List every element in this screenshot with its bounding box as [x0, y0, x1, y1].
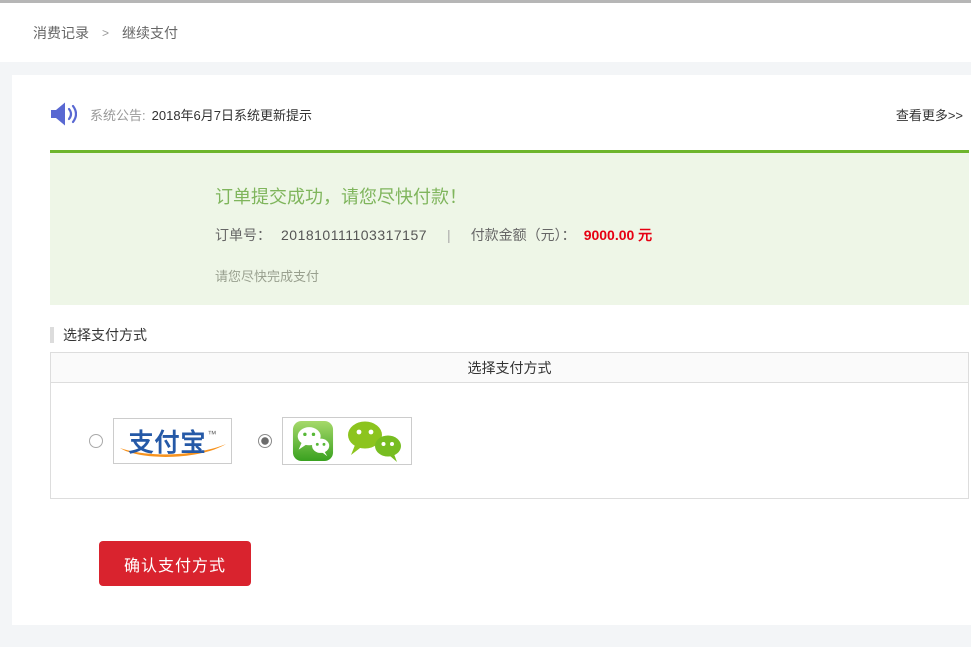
alipay-trademark: ™ [207, 428, 217, 439]
payment-method-table: 选择支付方式 支付宝 ™ [50, 352, 969, 499]
section-heading-label: 选择支付方式 [63, 327, 147, 343]
alipay-logo-icon[interactable]: 支付宝 ™ [113, 417, 232, 464]
alipay-logo-text: 支付宝 [128, 428, 207, 457]
wechat-bubbles-icon[interactable] [282, 416, 412, 465]
megaphone-icon [50, 102, 77, 126]
announcement-text[interactable]: 2018年6月7日系统更新提示 [152, 105, 312, 124]
payment-method-alipay[interactable]: 支付宝 ™ [89, 417, 232, 464]
payment-table-header: 选择支付方式 [51, 353, 968, 383]
order-info-divider: | [447, 227, 451, 243]
amount-value: 9000.00 元 [583, 227, 653, 243]
wechat-logo-icon [347, 421, 401, 462]
heading-accent-bar [50, 327, 54, 343]
alipay-radio[interactable] [89, 433, 103, 448]
breadcrumb-separator: > [102, 25, 110, 40]
amount-label: 付款金额（元）： [470, 227, 576, 243]
order-success-banner: 订单提交成功，请您尽快付款！ 订单号： 201810111103317157 | 付款… [50, 150, 969, 305]
section-heading: 选择支付方式 [50, 325, 147, 345]
order-number-value: 201810111103317157 [281, 227, 428, 243]
wechat-app-icon [292, 420, 333, 461]
view-more-link[interactable]: 查看更多>> [896, 105, 963, 124]
order-success-title: 订单提交成功，请您尽快付款！ [215, 187, 467, 207]
order-number-label: 订单号： [215, 227, 271, 243]
breadcrumb-item-consumption-records[interactable]: 消费记录 [33, 23, 89, 43]
payment-method-wechat[interactable] [258, 416, 412, 465]
order-info-line: 订单号： 201810111103317157 | 付款金额（元）： 9000.00 元 [215, 225, 969, 245]
payment-table-body: 支付宝 ™ [51, 383, 968, 498]
wechat-radio[interactable] [258, 433, 272, 448]
breadcrumb-item-continue-payment: 继续支付 [122, 24, 179, 41]
breadcrumb: 消费记录 > 继续支付 [0, 3, 971, 62]
payment-reminder-note: 请您尽快完成支付 [215, 269, 320, 284]
confirm-payment-button[interactable]: 确认支付方式 [99, 541, 251, 586]
announcement-label: 系统公告: [90, 107, 146, 123]
announcement-bar: 系统公告: 2018年6月7日系统更新提示 查看更多>> [50, 102, 963, 126]
content-card: 系统公告: 2018年6月7日系统更新提示 查看更多>> 订单提交成功，请您尽快… [12, 75, 971, 625]
